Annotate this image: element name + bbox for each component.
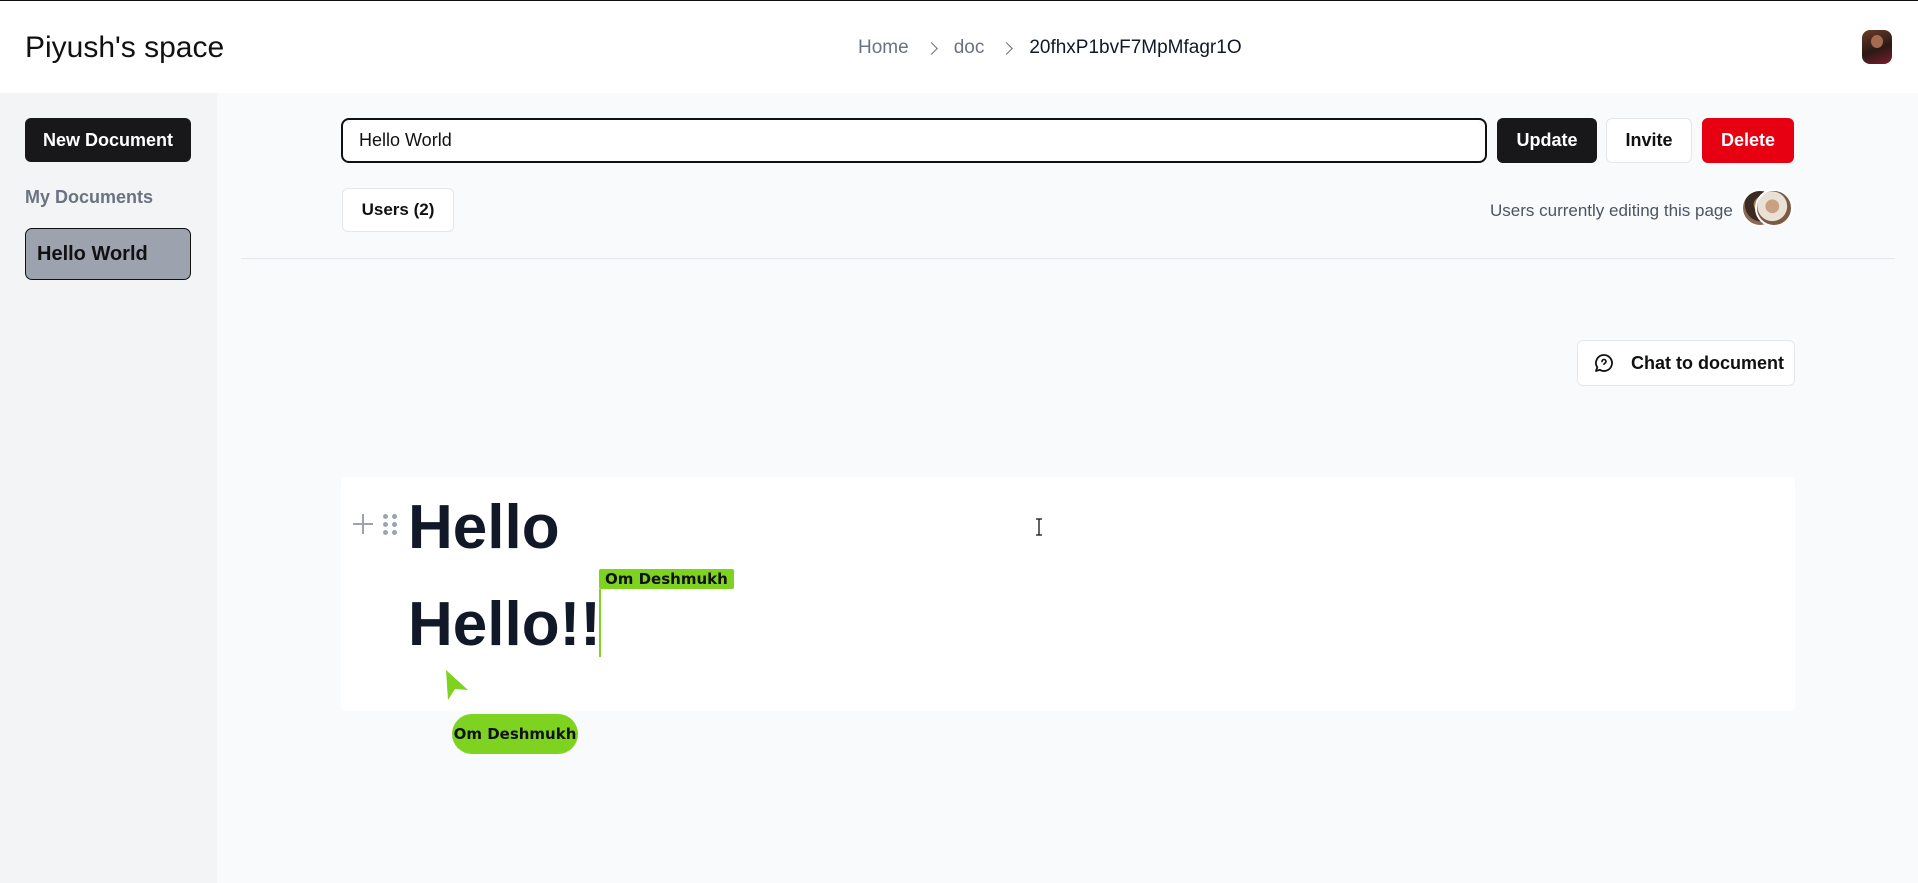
collaborator-pointer-icon (446, 670, 468, 700)
app-header: Piyush's space Home doc 20fhxP1bvF7MpMfa… (0, 1, 1918, 93)
breadcrumb-doc[interactable]: doc (954, 37, 985, 59)
editing-users-label: Users currently editing this page (1490, 201, 1733, 220)
breadcrumb: Home doc 20fhxP1bvF7MpMfagr1O (858, 37, 1242, 59)
chevron-right-icon (1000, 41, 1014, 55)
new-document-button[interactable]: New Document (25, 118, 191, 162)
block-controls (352, 513, 397, 535)
editing-users-avatars[interactable] (1741, 189, 1793, 229)
delete-button[interactable]: Delete (1702, 118, 1794, 163)
collaborator-caret-label: Om Deshmukh (599, 569, 734, 589)
sidebar: New Document My Documents Hello World (0, 93, 217, 883)
text-cursor-icon (1036, 518, 1042, 536)
chat-bubble-icon (1593, 352, 1615, 374)
breadcrumb-document-id: 20fhxP1bvF7MpMfagr1O (1029, 37, 1242, 58)
chat-to-document-label: Chat to document (1631, 352, 1784, 373)
collaborator-pointer-label: Om Deshmukh (452, 714, 578, 754)
sidebar-item-hello-world[interactable]: Hello World (25, 228, 191, 280)
collaborator-caret (599, 589, 601, 657)
avatar (1755, 189, 1793, 227)
invite-button[interactable]: Invite (1606, 118, 1692, 163)
divider (241, 258, 1895, 259)
plus-icon[interactable] (352, 513, 374, 535)
user-avatar[interactable] (1862, 30, 1892, 64)
breadcrumb-home[interactable]: Home (858, 37, 909, 59)
update-button[interactable]: Update (1497, 118, 1597, 163)
document-editor[interactable]: Hello Hello!! Om Deshmukh (341, 477, 1795, 711)
my-documents-heading: My Documents (25, 187, 154, 207)
heading-block[interactable]: Hello (408, 497, 560, 559)
document-title-input[interactable]: Hello World (341, 118, 1487, 163)
drag-handle-icon[interactable] (383, 513, 397, 535)
heading-block[interactable]: Hello!! (408, 594, 601, 656)
invite-button-label: Invite (1625, 130, 1673, 150)
users-button[interactable]: Users (2) (342, 188, 454, 232)
chevron-right-icon (924, 41, 938, 55)
main-content: Hello World Update Invite Delete Users (… (217, 93, 1918, 883)
app-title: Piyush's space (25, 31, 225, 64)
chat-to-document-button[interactable]: Chat to document (1577, 340, 1795, 386)
